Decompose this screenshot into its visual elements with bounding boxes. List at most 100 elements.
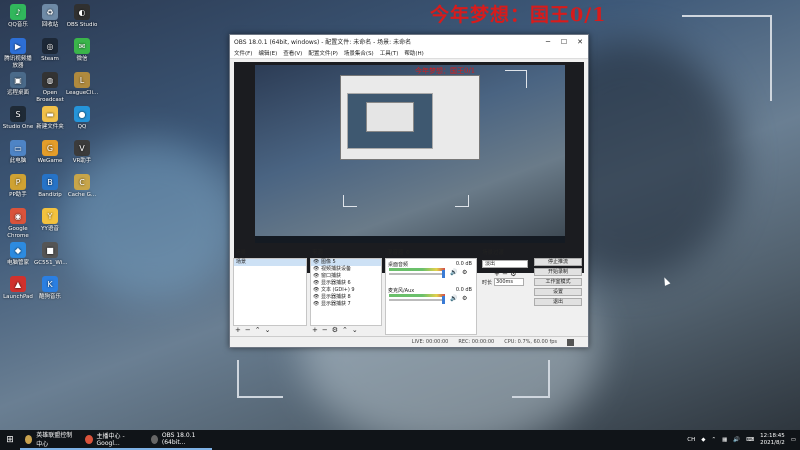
- keyboard-icon[interactable]: ⌨: [746, 437, 754, 443]
- chevron-up-icon[interactable]: ⌃: [711, 437, 716, 443]
- move-down-icon[interactable]: ⌄: [265, 326, 271, 335]
- source-item[interactable]: 👁 显示器捕获 7: [311, 301, 381, 308]
- desktop-icon[interactable]: ♪ QQ音乐: [2, 4, 34, 29]
- menu-tools[interactable]: 工具(T): [380, 49, 399, 57]
- task-lol-client[interactable]: 英雄联盟控制中心: [20, 430, 80, 450]
- scenes-list[interactable]: 场景: [233, 258, 307, 326]
- input-method-indicator[interactable]: CH: [687, 437, 695, 443]
- gear-icon[interactable]: ⚙: [462, 295, 467, 302]
- source-item[interactable]: 👁 窗口捕获: [311, 273, 381, 280]
- antivirus-tray-icon[interactable]: ◆: [701, 437, 705, 443]
- start-recording-button[interactable]: 开始录制: [534, 268, 582, 276]
- app-icon: ▲: [10, 276, 26, 292]
- volume-slider[interactable]: [389, 273, 445, 275]
- add-transition-icon[interactable]: +: [494, 270, 500, 278]
- source-item[interactable]: 👁 图像 5: [311, 259, 381, 266]
- exit-button[interactable]: 退出: [534, 298, 582, 306]
- desktop-icon[interactable]: ▣ 远程桌面: [2, 72, 34, 97]
- scene-item[interactable]: 场景: [234, 259, 306, 266]
- clock[interactable]: 12:18:45 2021/8/2: [760, 433, 785, 447]
- desktop-icon[interactable]: ■ GC551_Wi...: [34, 242, 68, 267]
- menu-edit[interactable]: 编辑(E): [258, 49, 277, 57]
- volume-icon[interactable]: 🔊: [733, 437, 740, 443]
- minimize-icon[interactable]: ─: [540, 38, 556, 46]
- notification-icon[interactable]: ▭: [791, 437, 796, 443]
- desktop-icon-label: GC551_Wi...: [34, 260, 68, 266]
- menu-profile[interactable]: 配置文件(P): [308, 49, 338, 57]
- preview-corner-br: [455, 195, 469, 207]
- cpu-fps: CPU: 0.7%, 60.00 fps: [504, 339, 557, 345]
- obs-window[interactable]: OBS 18.0.1 (64bit, windows) - 配置文件: 未命名 …: [229, 34, 589, 348]
- network-icon[interactable]: ▦: [722, 437, 727, 443]
- desktop-icon[interactable]: ♻ 回收站: [34, 4, 66, 29]
- desktop-icon[interactable]: Y YY语音: [34, 208, 66, 233]
- preview-overlay-text: 今年梦想：国王0/1: [415, 67, 476, 75]
- desktop-icon[interactable]: G WeGame: [34, 140, 66, 165]
- windows-start-icon[interactable]: ⊞: [0, 430, 20, 450]
- move-up-icon[interactable]: ⌃: [255, 326, 261, 335]
- desktop-icon[interactable]: C Cache G...: [66, 174, 98, 199]
- desktop-icon[interactable]: ◉ Google Chrome: [2, 208, 34, 240]
- task-chrome[interactable]: 主播中心 - Googl...: [80, 430, 146, 450]
- source-settings-icon[interactable]: ⚙: [332, 326, 338, 335]
- desktop-icon[interactable]: ◐ OBS Studio: [66, 4, 98, 29]
- source-item[interactable]: 👁 文本 (GDI+) 9: [311, 287, 381, 294]
- transition-settings-icon[interactable]: ⚙: [510, 270, 516, 278]
- desktop-icon[interactable]: L LeagueCli...: [66, 72, 98, 97]
- desktop-icon[interactable]: K 酷狗音乐: [34, 276, 66, 301]
- desktop-icon[interactable]: ◍ Open Broadcast: [34, 72, 66, 104]
- app-icon: B: [42, 174, 58, 190]
- desktop-icon[interactable]: S Studio One: [2, 106, 34, 131]
- maximize-icon[interactable]: ☐: [556, 38, 572, 46]
- add-source-icon[interactable]: +: [312, 326, 318, 335]
- volume-meter: [389, 268, 445, 271]
- duration-input[interactable]: 300ms: [494, 278, 525, 286]
- desktop-icon-label: QQ音乐: [8, 22, 28, 28]
- remove-source-icon[interactable]: −: [322, 326, 328, 335]
- desktop-icon[interactable]: B Bandizip: [34, 174, 66, 199]
- remove-transition-icon[interactable]: −: [502, 270, 508, 278]
- remove-scene-icon[interactable]: −: [245, 326, 251, 335]
- menu-file[interactable]: 文件(F): [234, 49, 252, 57]
- desktop-icon[interactable]: ▬ 新建文件夹: [34, 106, 66, 131]
- speaker-icon[interactable]: 🔊: [450, 295, 457, 302]
- desktop-icon[interactable]: ◎ Steam: [34, 38, 66, 63]
- desktop-icon[interactable]: ◆ 电脑管家: [2, 242, 34, 267]
- obs-preview[interactable]: 今年梦想：国王0/1: [234, 62, 584, 273]
- desktop-icon[interactable]: ▭ 此电脑: [2, 140, 34, 165]
- mixer-gear-icon[interactable]: ⚙: [405, 250, 410, 256]
- volume-slider[interactable]: [389, 299, 445, 301]
- clock-date: 2021/8/2: [760, 440, 785, 446]
- task-obs[interactable]: OBS 18.0.1 (64bit...: [146, 430, 212, 450]
- desktop-icon[interactable]: ✉ 微信: [66, 38, 98, 63]
- desktop-icon[interactable]: ▲ LaunchPad: [2, 276, 34, 301]
- move-down-icon[interactable]: ⌄: [352, 326, 358, 335]
- transition-select[interactable]: 淡出: [482, 260, 528, 268]
- chrome-icon: [85, 434, 93, 444]
- menu-view[interactable]: 查看(V): [283, 49, 302, 57]
- obs-menubar: 文件(F) 编辑(E) 查看(V) 配置文件(P) 场景集合(S) 工具(T) …: [230, 48, 588, 59]
- settings-button[interactable]: 设置: [534, 288, 582, 296]
- gear-icon[interactable]: ⚙: [462, 269, 467, 276]
- desktop-icon[interactable]: V VR助手: [66, 140, 98, 165]
- sources-controls: + − ⚙ ⌃ ⌄: [312, 326, 358, 335]
- menu-help[interactable]: 帮助(H): [404, 49, 423, 57]
- volume-slider-handle[interactable]: [442, 270, 445, 278]
- menu-scene-collection[interactable]: 场景集合(S): [344, 49, 374, 57]
- desktop-icon[interactable]: P PP助手: [2, 174, 34, 199]
- add-scene-icon[interactable]: +: [235, 326, 241, 335]
- speaker-icon[interactable]: 🔊: [450, 269, 457, 276]
- desktop-icon[interactable]: ● QQ: [66, 106, 98, 131]
- source-item[interactable]: 👁 显示器捕获 6: [311, 280, 381, 287]
- desktop-icon[interactable]: ▶ 腾讯视频播放器: [2, 38, 34, 70]
- volume-slider-handle[interactable]: [442, 296, 445, 304]
- studio-mode-button[interactable]: 工作室模式: [534, 278, 582, 286]
- source-item[interactable]: 👁 视频捕获设备: [311, 266, 381, 273]
- clock-time: 12:18:45: [760, 433, 785, 439]
- close-icon[interactable]: ✕: [572, 38, 588, 46]
- move-up-icon[interactable]: ⌃: [342, 326, 348, 335]
- obs-titlebar[interactable]: OBS 18.0.1 (64bit, windows) - 配置文件: 未命名 …: [230, 35, 588, 48]
- stop-streaming-button[interactable]: 停止推流: [534, 258, 582, 266]
- sources-list[interactable]: 👁 图像 5 👁 视频捕获设备 👁 窗口捕获 👁 显示器捕获 6 👁 文本 (G…: [310, 258, 382, 326]
- source-item[interactable]: 👁 显示器捕获 8: [311, 294, 381, 301]
